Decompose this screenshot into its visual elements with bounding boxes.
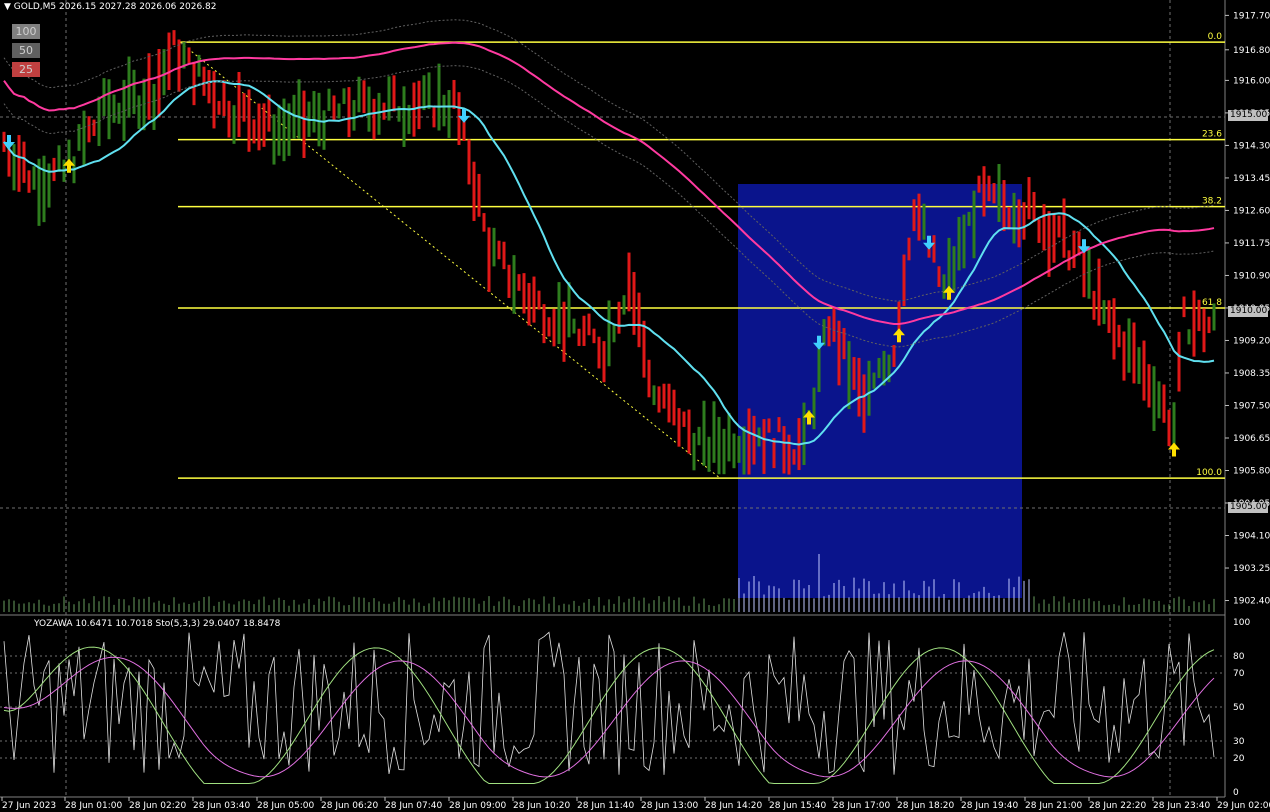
yozawa-line — [3, 631, 1215, 775]
price-label: 1908.35 — [1233, 369, 1270, 379]
level-25-button[interactable]: 25 — [12, 62, 40, 77]
level-50-button[interactable]: 50 — [12, 43, 40, 58]
time-label: 28 Jun 14:20 — [705, 801, 762, 811]
time-label: 28 Jun 10:20 — [513, 801, 570, 811]
time-axis: 27 Jun 2023 28 Jun 01:00 28 Jun 02:20 28 Ju… — [1, 797, 1270, 811]
time-label: 28 Jun 21:00 — [1025, 801, 1082, 811]
fib-level-label: 61.8 — [1202, 298, 1222, 308]
price-label: 1910.90 — [1233, 271, 1270, 281]
osc-scale-label: 70 — [1233, 669, 1245, 679]
time-label: 28 Jun 05:00 — [257, 801, 314, 811]
price-label: 1906.65 — [1233, 434, 1270, 444]
price-box-1905: 1905.00 — [1228, 502, 1268, 513]
time-label: 28 Jun 22:20 — [1089, 801, 1146, 811]
osc-scale-label: 50 — [1233, 703, 1245, 713]
price-label: 1916.80 — [1233, 46, 1270, 56]
volume-bars — [3, 554, 1215, 612]
symbol-label: GOLD,M5 — [13, 2, 57, 12]
price-label: 1905.80 — [1233, 466, 1270, 476]
price-label: 1912.60 — [1233, 206, 1270, 216]
price-label: 1904.10 — [1233, 532, 1270, 542]
time-label: 28 Jun 09:00 — [449, 801, 506, 811]
price-label: 1914.30 — [1233, 141, 1270, 151]
price-label: 1911.75 — [1233, 239, 1270, 249]
osc-scale-label: 100 — [1233, 618, 1250, 628]
osc-scale-label: 80 — [1233, 652, 1245, 662]
fast-ma-line — [3, 80, 1215, 446]
stoch-main-line — [3, 646, 1215, 784]
time-label: 28 Jun 15:40 — [769, 801, 826, 811]
price-label: 1907.50 — [1233, 401, 1270, 411]
time-label: 28 Jun 03:40 — [193, 801, 250, 811]
time-label: 28 Jun 02:20 — [129, 801, 186, 811]
price-label: 1913.45 — [1233, 174, 1270, 184]
time-label: 28 Jun 17:00 — [833, 801, 890, 811]
price-label: 1909.20 — [1233, 336, 1270, 346]
time-label: 28 Jun 19:40 — [961, 801, 1018, 811]
osc-scale-label: 0 — [1233, 788, 1239, 798]
price-label: 1917.70 — [1233, 11, 1270, 21]
indicator-header: YOZAWA 10.6471 10.7018 Sto(5,3,3) 29.040… — [34, 619, 281, 629]
time-label: 28 Jun 23:40 — [1153, 801, 1210, 811]
osc-scale-label: 20 — [1233, 754, 1245, 764]
price-label: 1916.00 — [1233, 76, 1270, 86]
fib-level-label: 23.6 — [1202, 130, 1222, 140]
price-bars — [2, 30, 1216, 475]
price-label: 1902.40 — [1233, 597, 1270, 607]
level-100-button[interactable]: 100 — [12, 24, 40, 39]
time-label: 28 Jun 06:20 — [321, 801, 378, 811]
oscillator-panel: 100 80 70 50 30 20 0 — [0, 618, 1250, 798]
ohlc-values: 2026.15 2027.28 2026.06 2026.82 — [59, 2, 217, 12]
time-label: 28 Jun 11:40 — [577, 801, 634, 811]
time-label: 29 Jun 02:00 — [1217, 801, 1270, 811]
chart-header: ▼ GOLD,M5 2026.15 2027.28 2026.06 2026.8… — [4, 2, 216, 12]
time-label: 28 Jun 13:00 — [641, 801, 698, 811]
fib-level-label: 100.0 — [1196, 468, 1222, 478]
price-box-1910: 1910.00 — [1228, 306, 1268, 317]
session-zone — [738, 184, 1022, 598]
time-label: 28 Jun 07:40 — [385, 801, 442, 811]
time-label: 28 Jun 01:00 — [65, 801, 122, 811]
osc-scale-label: 30 — [1233, 737, 1245, 747]
price-label: 1903.25 — [1233, 564, 1270, 574]
menu-triangle-icon[interactable]: ▼ — [4, 2, 11, 12]
slow-ma-line — [3, 41, 1215, 325]
time-label: 28 Jun 18:20 — [897, 801, 954, 811]
fib-level-label: 0.0 — [1208, 32, 1223, 42]
time-label: 27 Jun 2023 — [2, 801, 56, 811]
price-box-1915: 1915.00 — [1228, 110, 1268, 121]
price-chart[interactable]: 0.023.638.261.8100.01917.701916.801916.0… — [0, 0, 1270, 812]
